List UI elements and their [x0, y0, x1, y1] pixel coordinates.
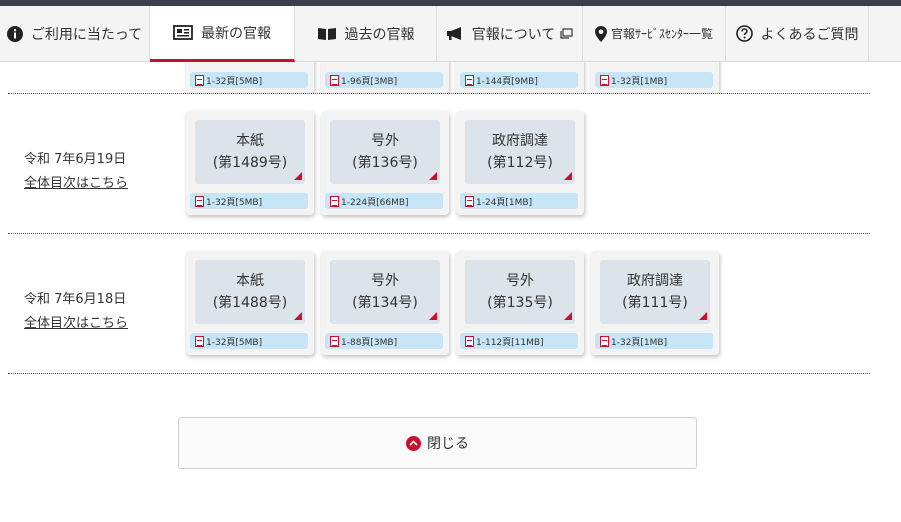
- issue-card: 政府調達 (第111号) 1-32頁[1MB]: [591, 251, 719, 355]
- pdf-download-link[interactable]: 1-32頁[5MB]: [190, 193, 308, 209]
- issue-date-block: 令和 7年6月18日 全体目次はこちら: [24, 288, 128, 331]
- corner-arrow-icon: [699, 312, 707, 320]
- nav-item-faq[interactable]: よくあるご質問: [726, 6, 869, 61]
- nav-item-usage[interactable]: ご利用に当たって: [0, 6, 150, 61]
- issue-type: 政府調達: [627, 273, 683, 289]
- issue-row-partial: 1-32頁[5MB] 1-96頁[3MB] 1-144頁[9MB] 1-32頁[…: [0, 62, 901, 94]
- nav-item-past[interactable]: 過去の官報: [295, 6, 437, 61]
- issue-number: (第136号): [352, 155, 418, 171]
- issue-date: 令和 7年6月18日: [24, 292, 127, 307]
- issue-open-button[interactable]: 号外 (第134号): [330, 260, 440, 324]
- nav-item-about[interactable]: 官報について: [437, 6, 583, 61]
- pdf-download-link[interactable]: 1-224頁[66MB]: [325, 193, 443, 209]
- issue-type: 号外: [506, 273, 534, 289]
- issue-card: 1-144頁[9MB]: [456, 62, 584, 94]
- issue-card: 号外 (第135号) 1-112頁[11MB]: [456, 251, 584, 355]
- issue-number: (第1489号): [212, 155, 288, 171]
- toc-link[interactable]: 全体目次はこちら: [24, 172, 128, 191]
- issue-open-button[interactable]: 本紙 (第1488号): [195, 260, 305, 324]
- pdf-download-link[interactable]: 1-24頁[1MB]: [460, 193, 578, 209]
- pdf-icon: [330, 195, 339, 207]
- corner-arrow-icon: [294, 312, 302, 320]
- issue-card: 1-32頁[5MB]: [186, 62, 314, 94]
- issue-number: (第134号): [352, 295, 418, 311]
- corner-arrow-icon: [294, 172, 302, 180]
- info-icon: [6, 25, 23, 42]
- issue-card: 本紙 (第1489号) 1-32頁[5MB]: [186, 111, 314, 215]
- pdf-icon: [465, 195, 474, 207]
- corner-arrow-icon: [564, 312, 572, 320]
- pdf-download-link[interactable]: 1-88頁[3MB]: [325, 333, 443, 349]
- close-button-label: 閉じる: [427, 436, 469, 452]
- issue-number: (第112号): [487, 155, 553, 171]
- issue-card: 1-96頁[3MB]: [321, 62, 449, 94]
- issue-card: 本紙 (第1488号) 1-32頁[5MB]: [186, 251, 314, 355]
- nav-item-label: 過去の官報: [344, 26, 415, 43]
- nav-item-label: ご利用に当たって: [30, 26, 143, 43]
- external-window-icon: [560, 28, 573, 39]
- corner-arrow-icon: [429, 172, 437, 180]
- pdf-icon: [465, 335, 474, 347]
- issue-number: (第135号): [487, 295, 553, 311]
- row-divider: [8, 373, 870, 374]
- main-nav: ご利用に当たって 最新の官報 過去の官報 官報について 官報ｻｰﾋﾞｽｾﾝﾀｰ一…: [0, 6, 901, 62]
- issue-card: 1-32頁[1MB]: [591, 62, 719, 94]
- issue-number: (第111号): [622, 295, 688, 311]
- pdf-download-link[interactable]: 1-32頁[1MB]: [595, 333, 713, 349]
- pdf-icon: [600, 335, 609, 347]
- pdf-icon: [600, 74, 609, 86]
- close-button[interactable]: 閉じる: [178, 417, 697, 469]
- toc-link[interactable]: 全体目次はこちら: [24, 312, 128, 331]
- issue-type: 政府調達: [492, 133, 548, 149]
- pdf-download-link[interactable]: 1-144頁[9MB]: [460, 72, 578, 88]
- pdf-download-link[interactable]: 1-96頁[3MB]: [325, 72, 443, 88]
- chevron-up-icon: [406, 435, 421, 451]
- pdf-icon: [195, 195, 204, 207]
- row-divider: [8, 233, 870, 234]
- pdf-download-link[interactable]: 1-32頁[5MB]: [190, 72, 308, 88]
- corner-arrow-icon: [564, 172, 572, 180]
- issue-open-button[interactable]: 号外 (第136号): [330, 120, 440, 184]
- issue-date: 令和 7年6月19日: [24, 152, 127, 167]
- issue-open-button[interactable]: 本紙 (第1489号): [195, 120, 305, 184]
- question-icon: [735, 25, 753, 42]
- pdf-icon: [330, 335, 339, 347]
- nav-item-label: よくあるご質問: [760, 26, 859, 43]
- book-icon: [317, 26, 337, 41]
- pdf-icon: [330, 74, 339, 86]
- issue-type: 本紙: [236, 133, 264, 149]
- issue-number: (第1488号): [212, 295, 288, 311]
- corner-arrow-icon: [429, 312, 437, 320]
- issue-card: 号外 (第136号) 1-224頁[66MB]: [321, 111, 449, 215]
- issue-type: 号外: [371, 273, 399, 289]
- issue-card: 政府調達 (第112号) 1-24頁[1MB]: [456, 111, 584, 215]
- nav-item-latest[interactable]: 最新の官報: [150, 6, 295, 62]
- nav-item-label: 最新の官報: [201, 25, 271, 42]
- newspaper-icon: [173, 25, 193, 40]
- megaphone-icon: [446, 26, 464, 41]
- pdf-download-link[interactable]: 1-112頁[11MB]: [460, 333, 578, 349]
- nav-item-service-centers[interactable]: 官報ｻｰﾋﾞｽｾﾝﾀｰ一覧: [583, 6, 726, 61]
- pdf-download-link[interactable]: 1-32頁[5MB]: [190, 333, 308, 349]
- nav-item-label: 官報について: [471, 26, 556, 43]
- issue-type: 本紙: [236, 273, 264, 289]
- issue-open-button[interactable]: 政府調達 (第111号): [600, 260, 710, 324]
- issue-type: 号外: [371, 133, 399, 149]
- pdf-icon: [195, 335, 204, 347]
- nav-item-label: 官報ｻｰﾋﾞｽｾﾝﾀｰ一覧: [610, 27, 713, 41]
- pdf-download-link[interactable]: 1-32頁[1MB]: [595, 72, 713, 88]
- issue-open-button[interactable]: 政府調達 (第112号): [465, 120, 575, 184]
- pdf-icon: [465, 74, 474, 86]
- issue-date-block: 令和 7年6月19日 全体目次はこちら: [24, 148, 128, 191]
- row-divider: [8, 93, 870, 94]
- pdf-icon: [195, 74, 204, 86]
- location-pin-icon: [594, 25, 607, 42]
- issue-open-button[interactable]: 号外 (第135号): [465, 260, 575, 324]
- issue-card: 号外 (第134号) 1-88頁[3MB]: [321, 251, 449, 355]
